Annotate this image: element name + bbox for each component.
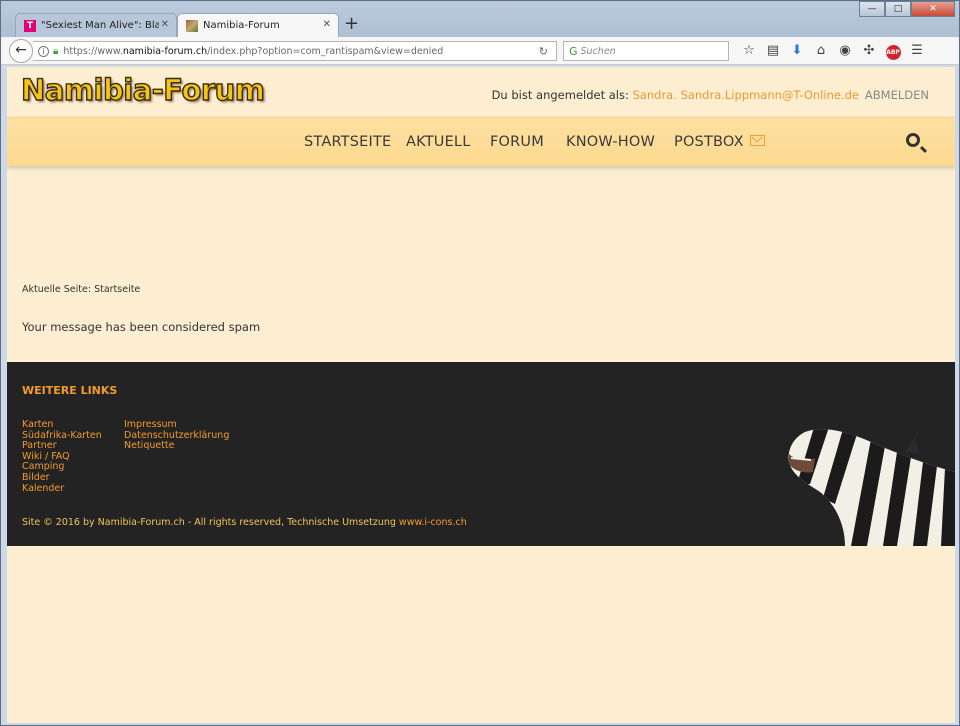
copyright-text: Site © 2016 by Namibia-Forum.ch - All ri…: [22, 517, 396, 528]
reader-list-icon[interactable]: ▤: [761, 42, 785, 60]
nav-item-postbox[interactable]: POSTBOX: [674, 134, 765, 150]
tab-label: "Sexiest Man Alive": Blake Sh: [41, 20, 159, 31]
minimize-icon[interactable]: —: [859, 1, 885, 17]
breadcrumb: Aktuelle Seite: Startseite: [22, 284, 140, 295]
url-path: /index.php?option=com_rantispam&view=den…: [207, 45, 444, 57]
credit-link[interactable]: www.i-cons.ch: [399, 517, 467, 528]
home-icon[interactable]: ⌂: [809, 42, 833, 60]
breadcrumb-label: Aktuelle Seite:: [22, 284, 92, 295]
copyright-notice: Site © 2016 by Namibia-Forum.ch - All ri…: [22, 517, 467, 528]
nav-item-startseite[interactable]: STARTSEITE: [304, 134, 391, 150]
logout-link[interactable]: ABMELDEN: [865, 88, 929, 102]
search-engine-icon[interactable]: G: [569, 45, 578, 58]
login-info: Du bist angemeldet als: Sandra. Sandra.L…: [492, 88, 859, 102]
zebra-image: [788, 429, 955, 546]
search-placeholder: Suchen: [580, 45, 616, 57]
footer-link-impressum[interactable]: Impressum: [124, 419, 229, 431]
zebra-ear: [905, 436, 919, 454]
telekom-favicon-icon: T: [24, 19, 36, 32]
login-user-link[interactable]: Sandra. Sandra.Lippmann@T-Online.de: [633, 88, 859, 102]
footer-heading: WEITERE LINKS: [22, 384, 118, 397]
footer-link-kalender[interactable]: Kalender: [22, 483, 102, 495]
hamburger-menu-icon[interactable]: ☰: [905, 42, 929, 60]
nav-item-postbox-label: POSTBOX: [674, 134, 744, 150]
tab-close-icon[interactable]: ✕: [161, 19, 169, 30]
browser-toolbar: ← i 🔒︎ https://www. namibia-forum.ch/inde…: [1, 37, 959, 65]
address-bar[interactable]: i 🔒︎ https://www. namibia-forum.ch/index.…: [33, 41, 557, 61]
adblock-icon[interactable]: ABP: [881, 42, 905, 60]
page-viewport: Namibia-Forum Du bist angemeldet als: Sa…: [7, 67, 955, 723]
close-window-icon[interactable]: ✕: [911, 1, 955, 17]
tab-label: Namibia-Forum: [203, 20, 280, 31]
back-arrow-icon[interactable]: ←: [9, 39, 33, 63]
maximize-icon[interactable]: □: [885, 1, 911, 17]
breadcrumb-current-page: Startseite: [94, 284, 141, 295]
mail-envelope-icon: [749, 135, 765, 146]
footer-link-netiquette[interactable]: Netiquette: [124, 441, 229, 452]
tab-bar: T "Sexiest Man Alive": Blake Sh ✕ Namibi…: [1, 1, 959, 37]
site-footer: WEITERE LINKS Karten Südafrika-Karten Pa…: [7, 362, 955, 546]
pocket-icon[interactable]: ◉: [833, 42, 857, 60]
tab-namibia-forum[interactable]: Namibia-Forum ✕: [177, 13, 339, 37]
reload-icon[interactable]: ↻: [539, 45, 548, 58]
adblock-label: ABP: [885, 45, 901, 60]
footer-links-column-2: Impressum Datenschutzerklärung Netiquett…: [124, 419, 229, 452]
nav-item-know-how[interactable]: KNOW-HOW: [566, 134, 655, 150]
site-header: Namibia-Forum Du bist angemeldet als: Sa…: [7, 67, 955, 117]
lock-icon[interactable]: 🔒︎: [53, 46, 58, 57]
nav-item-forum[interactable]: FORUM: [490, 134, 544, 150]
bookmark-star-icon[interactable]: ☆: [737, 42, 761, 60]
tab-close-icon[interactable]: ✕: [323, 19, 331, 30]
window-controls: — □ ✕: [859, 1, 955, 17]
main-navigation: STARTSEITE AKTUELL FORUM KNOW-HOW POSTBO…: [7, 117, 955, 166]
site-logo[interactable]: Namibia-Forum: [20, 72, 265, 107]
footer-link-bilder[interactable]: Bilder: [22, 472, 102, 484]
zebra-head: [788, 429, 955, 546]
download-arrow-icon[interactable]: ⬇: [785, 42, 809, 60]
search-icon[interactable]: [906, 133, 920, 147]
footer-link-karten[interactable]: Karten: [22, 419, 102, 431]
new-tab-plus-icon[interactable]: +: [344, 14, 359, 34]
browser-window: T "Sexiest Man Alive": Blake Sh ✕ Namibi…: [0, 0, 960, 726]
spam-message: Your message has been considered spam: [22, 320, 261, 334]
nav-item-aktuell[interactable]: AKTUELL: [406, 134, 471, 150]
namibia-favicon-icon: [186, 19, 198, 32]
search-input[interactable]: G Suchen: [563, 41, 729, 61]
url-host: namibia-forum.ch: [122, 45, 208, 57]
footer-links-column-1: Karten Südafrika-Karten Partner Wiki / F…: [22, 419, 102, 495]
login-prefix: Du bist angemeldet als:: [491, 88, 629, 102]
tab-sexiest-man[interactable]: T "Sexiest Man Alive": Blake Sh ✕: [15, 13, 177, 37]
toolbar-icons: ☆ ▤ ⬇ ⌂ ◉ ✣ ABP ☰: [737, 42, 929, 60]
info-icon[interactable]: i: [38, 45, 49, 57]
url-prefix: https://www.: [63, 45, 123, 57]
extension-puzzle-icon[interactable]: ✣: [857, 42, 881, 60]
